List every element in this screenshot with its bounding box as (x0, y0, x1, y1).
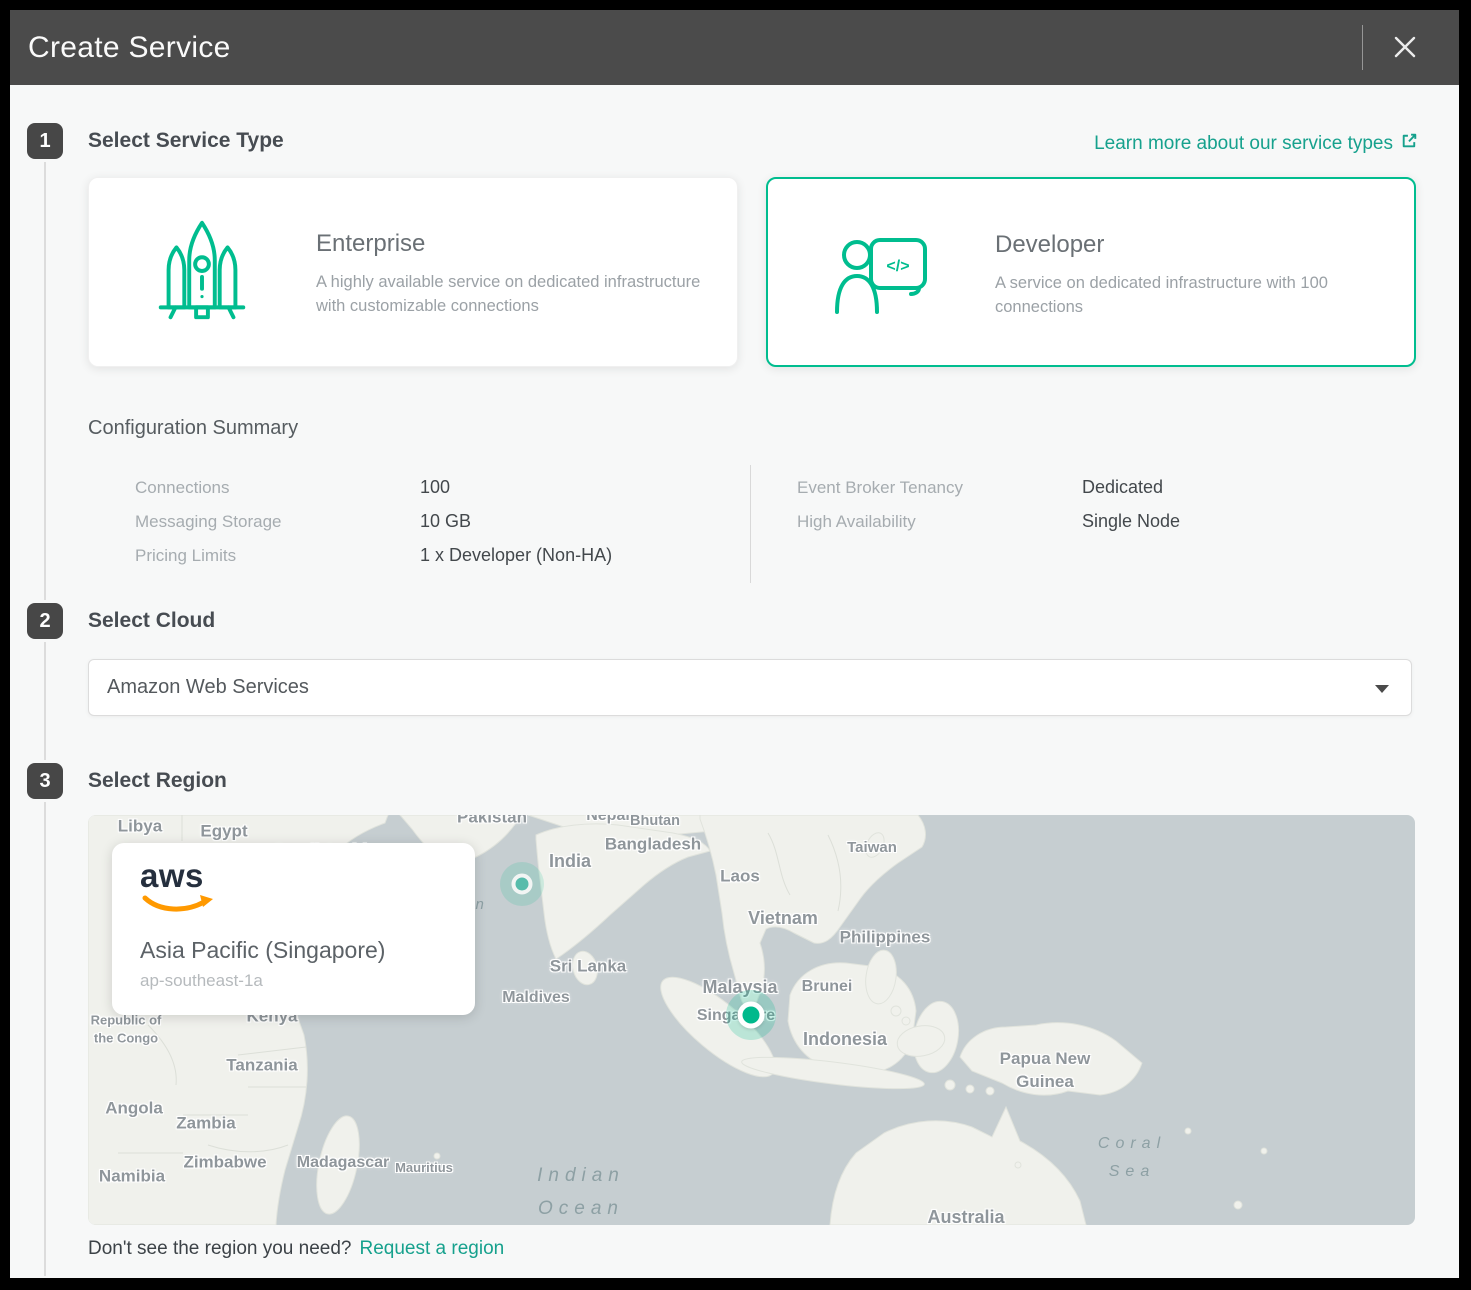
step-connector (44, 162, 46, 600)
external-link-icon (1400, 131, 1419, 156)
step-connector (44, 802, 46, 1276)
step-title-select-region: Select Region (88, 769, 227, 793)
map-label: Bhutan (630, 815, 680, 832)
step-badge-1: 1 (27, 123, 63, 159)
step-badge-3: 3 (27, 763, 63, 799)
summary-label: Messaging Storage (135, 512, 281, 532)
aws-logo: aws (140, 857, 204, 895)
summary-label: Event Broker Tenancy (797, 478, 963, 498)
region-map[interactable]: LibyaEgyptSaudi ArabiaPakistanNepalBhuta… (88, 815, 1415, 1225)
summary-value: 1 x Developer (Non-HA) (420, 545, 612, 566)
summary-value: Dedicated (1082, 477, 1163, 498)
summary-divider (750, 465, 751, 583)
learn-more-link[interactable]: Learn more about our service types (1094, 131, 1419, 156)
step-title-select-cloud: Select Cloud (88, 609, 215, 633)
close-icon (1391, 49, 1419, 64)
map-label: Nepal (586, 815, 630, 827)
map-label: India (549, 849, 591, 873)
map-label: Namibia (99, 1166, 165, 1189)
region-zone: ap-southeast-1a (140, 971, 263, 991)
map-label: Republic of the Congo (91, 1011, 162, 1046)
map-label: Madagascar (297, 1152, 390, 1174)
cloud-select[interactable]: Amazon Web Services (88, 659, 1412, 716)
request-region-link[interactable]: Request a region (360, 1238, 505, 1259)
developer-icon: </> (826, 179, 936, 365)
summary-value: Single Node (1082, 511, 1180, 532)
map-label: Pakistan (457, 815, 527, 829)
region-card[interactable]: aws Asia Pacific (Singapore) ap-southeas… (112, 843, 475, 1015)
svg-text:</>: </> (886, 258, 909, 275)
service-type-name: Developer (995, 231, 1104, 259)
map-marker-singapore[interactable] (726, 990, 776, 1040)
configuration-summary-title: Configuration Summary (88, 417, 298, 440)
summary-label: Connections (135, 478, 230, 498)
map-label: Brunei (802, 976, 853, 998)
create-service-dialog: Create Service 1 2 3 Select Service Type… (10, 10, 1459, 1278)
map-label: Libya (118, 816, 162, 839)
map-label: Mauritius (395, 1159, 453, 1177)
rocket-icon (147, 178, 257, 366)
service-type-description: A service on dedicated infrastructure wi… (995, 271, 1380, 319)
close-button[interactable] (1384, 27, 1426, 69)
map-label: Tanzania (226, 1055, 297, 1078)
map-label: Zimbabwe (183, 1152, 266, 1175)
summary-value: 100 (420, 477, 450, 498)
region-name: Asia Pacific (Singapore) (140, 937, 385, 964)
map-label: Papua New Guinea (1000, 1048, 1091, 1094)
header-divider (1362, 25, 1363, 70)
service-type-card-enterprise[interactable]: Enterprise A highly available service on… (88, 177, 738, 367)
map-label: Laos (720, 866, 760, 889)
map-label: Philippines (840, 927, 931, 950)
map-label: Bangladesh (605, 834, 701, 857)
step-title-select-service-type: Select Service Type (88, 129, 284, 153)
map-label: Indian Ocean (537, 1159, 625, 1225)
aws-swoosh-icon (142, 893, 216, 922)
map-label: Zambia (176, 1113, 236, 1136)
learn-more-label: Learn more about our service types (1094, 133, 1393, 155)
dialog-header: Create Service (10, 10, 1459, 85)
cloud-select-value: Amazon Web Services (107, 660, 309, 715)
service-type-description: A highly available service on dedicated … (316, 270, 701, 318)
map-label: Vietnam (748, 906, 818, 930)
map-label: Egypt (200, 821, 247, 844)
map-marker-mumbai[interactable] (500, 862, 544, 906)
summary-label: High Availability (797, 512, 916, 532)
map-label: Taiwan (847, 838, 897, 858)
map-label: Angola (105, 1098, 163, 1121)
service-type-name: Enterprise (316, 230, 425, 258)
chevron-down-icon (1375, 685, 1389, 693)
map-label: Sri Lanka (550, 956, 627, 979)
step-badge-2: 2 (27, 603, 63, 639)
step-connector (44, 642, 46, 760)
map-label: Australia (927, 1205, 1004, 1225)
summary-label: Pricing Limits (135, 546, 236, 566)
map-label: Indonesia (803, 1027, 887, 1051)
map-label: Maldives (502, 987, 570, 1009)
map-label: Coral Sea (1098, 1130, 1166, 1186)
service-type-card-developer[interactable]: </> Developer A service on dedicated inf… (766, 177, 1416, 367)
footer-text: Don't see the region you need? (88, 1238, 352, 1259)
summary-value: 10 GB (420, 511, 471, 532)
dialog-title: Create Service (28, 10, 231, 85)
